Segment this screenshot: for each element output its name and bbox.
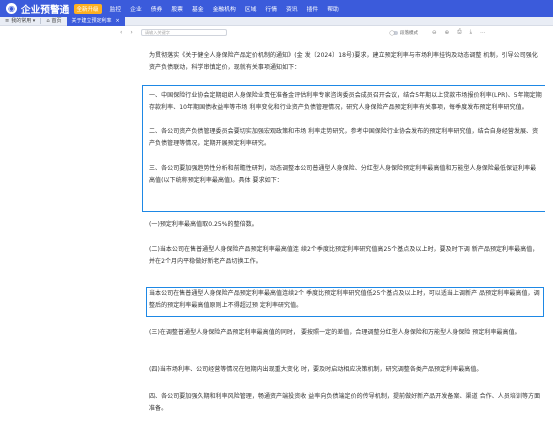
right-scroll-gutter [545, 27, 553, 425]
tab-label: 首页 [51, 17, 62, 24]
nav-item-financial-institution[interactable]: 金融机构 [213, 4, 236, 13]
home-icon: ⌂ [46, 17, 50, 24]
main-nav: 监控 企业 债券 股票 基金 金融机构 区域 行情 资讯 插件 帮助 [110, 4, 348, 13]
doc-sub-4: (四)当市场利率、公司经营等情况在短期内出现重大变化 时，要及时启动相应决策机制… [149, 366, 483, 373]
doc-item-1: 一、中国保险行业协会定期组织人身保险业责任准备金评估利率专家咨询委员会成员召开会… [149, 92, 542, 111]
tab-favorites[interactable]: ≡ 我的常用 ▾ [0, 17, 40, 26]
doc-item-2: 二、各公司资产负债管理委员会要切实加强宏观政策和市场 利率走势研究，参考中国保险… [149, 128, 539, 147]
nav-item-market[interactable]: 行情 [265, 4, 277, 13]
tab-label: 关于建立预定利率 [71, 17, 112, 24]
upgrade-badge[interactable]: 全新升级 [73, 3, 102, 14]
paragraph-mode-toggle[interactable] [390, 30, 398, 35]
back-icon[interactable]: ‹ [120, 29, 122, 36]
app-name: 企业预警通 [21, 4, 70, 16]
forward-icon[interactable]: › [130, 29, 132, 36]
download-icon[interactable]: ⤓ [470, 29, 472, 36]
menu-icon: ≡ [5, 17, 10, 24]
nav-item-stock[interactable]: 股票 [171, 4, 183, 13]
nav-item-company[interactable]: 企业 [130, 4, 142, 13]
close-icon[interactable]: × [116, 17, 120, 26]
doc-item-3: 三、各公司要加强趋势性分析和前瞻性研判，动态调整本公司普通型人身保险、分红型人身… [149, 165, 537, 184]
print-icon[interactable]: ⎙ [457, 29, 461, 36]
logo-icon: ◉ [6, 3, 17, 14]
tab-home[interactable]: ⌂ 首页 [41, 17, 66, 26]
nav-item-fund[interactable]: 基金 [192, 4, 204, 13]
doc-sub-3: (三)在调整普通型人身保险产品预定利率最高值的同时， 要按照一定的差值，合理调整… [149, 329, 521, 336]
nav-item-plugin[interactable]: 插件 [307, 4, 319, 13]
app-logo[interactable]: ◉ 企业预警通 全新升级 [6, 2, 102, 16]
left-blank-pane [0, 27, 118, 425]
doc-item-4: 四、各公司要加强久期和利率风险管理，畅通资产端投资收 益率向负债端定价的传导机制… [149, 393, 541, 412]
doc-highlight-paragraph: 当本公司在售普通型人身保险产品预定利率最高值连续2个 季度比预定利率研究值低25… [149, 290, 540, 309]
search-input[interactable]: 请输入关键字 [140, 29, 227, 36]
zoom-in-icon[interactable]: ⊕ [445, 30, 450, 36]
nav-item-monitor[interactable]: 监控 [110, 4, 122, 13]
top-nav-bar: ◉ 企业预警通 全新升级 监控 企业 债券 股票 基金 金融机构 区域 行情 资… [0, 0, 553, 17]
tab-strip: ≡ 我的常用 ▾ ⌂ 首页 关于建立预定利率 × [0, 16, 553, 26]
zoom-out-icon[interactable]: ⊖ [432, 30, 437, 36]
nav-item-bond[interactable]: 债券 [151, 4, 163, 13]
toggle-label: 段落模式 [400, 30, 418, 36]
nav-item-help[interactable]: 帮助 [327, 4, 339, 13]
tab-label: 我的常用 ▾ [11, 17, 36, 24]
nav-item-news[interactable]: 资讯 [286, 4, 298, 13]
more-icon[interactable]: ⋯ [480, 30, 486, 36]
doc-sub-1: (一)预定利率最高值取0.25%的整倍数。 [149, 221, 258, 228]
tab-document[interactable]: 关于建立预定利率 × [66, 16, 125, 26]
doc-intro: 为贯彻落实《关于健全人身保险产品定价机制的通知》(金 发〔2024〕18号)要求… [149, 52, 538, 71]
nav-item-region[interactable]: 区域 [245, 4, 257, 13]
doc-sub-2: (二)当本公司在售普通型人身保险产品预定利率最高值连 续2个季度比预定利率研究值… [149, 246, 539, 265]
